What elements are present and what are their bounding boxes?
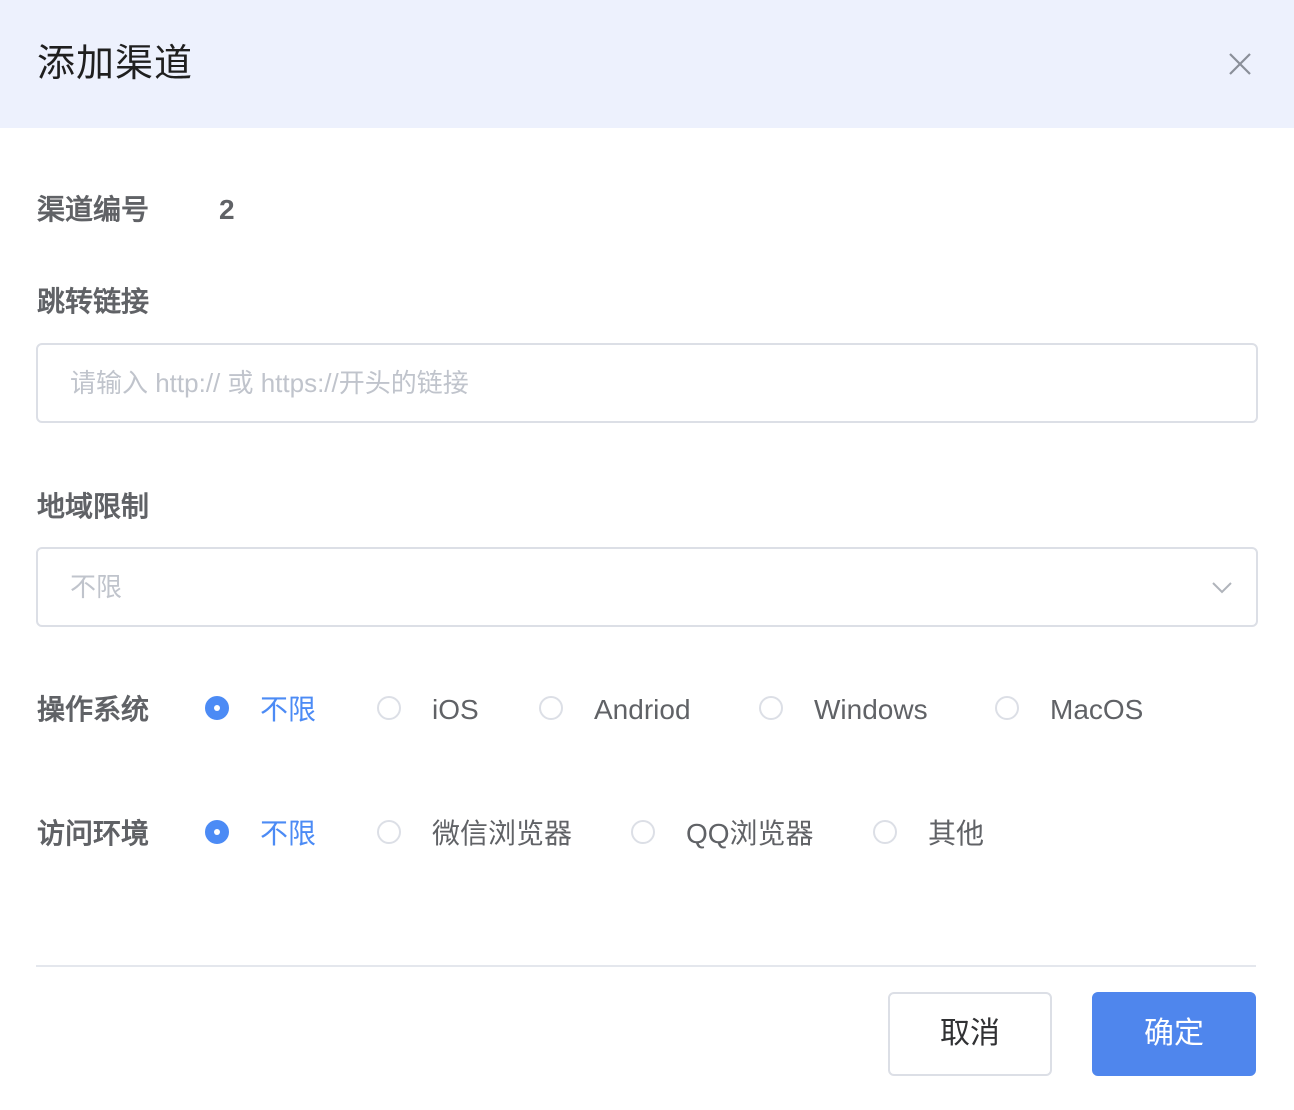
radio-unchecked-icon — [377, 696, 401, 720]
channel-no-label: 渠道编号 — [37, 194, 150, 225]
os-option-label: iOS — [432, 694, 479, 725]
dialog-header: 添加渠道 — [0, 0, 1294, 128]
redirect-link-placeholder: 请输入 http:// 或 https://开头的链接 — [70, 368, 469, 398]
channel-no-value: 2 — [219, 194, 235, 225]
env-option-label: 其他 — [928, 818, 985, 849]
env-option-label: 不限 — [260, 818, 317, 849]
region-select[interactable]: 不限 — [36, 547, 1258, 627]
cancel-button[interactable]: 取消 — [888, 992, 1052, 1076]
os-label: 操作系统 — [37, 694, 150, 725]
redirect-link-input[interactable]: 请输入 http:// 或 https://开头的链接 — [36, 343, 1258, 423]
add-channel-dialog: 添加渠道 渠道编号 2 跳转链接 请输入 http:// 或 https://开… — [0, 0, 1294, 1110]
region-label: 地域限制 — [37, 491, 150, 522]
radio-unchecked-icon — [539, 696, 563, 720]
radio-unchecked-icon — [759, 696, 783, 720]
radio-checked-icon — [205, 696, 229, 720]
redirect-link-label: 跳转链接 — [37, 286, 150, 317]
close-icon[interactable] — [1220, 44, 1260, 84]
env-option-label: 微信浏览器 — [432, 818, 573, 849]
radio-unchecked-icon — [873, 820, 897, 844]
os-option-label: Windows — [814, 694, 928, 725]
dialog-title: 添加渠道 — [37, 43, 194, 85]
env-label: 访问环境 — [37, 818, 150, 849]
radio-unchecked-icon — [377, 820, 401, 844]
confirm-button[interactable]: 确定 — [1092, 992, 1256, 1076]
radio-checked-icon — [205, 820, 229, 844]
os-option-label: Andriod — [594, 694, 691, 725]
radio-unchecked-icon — [631, 820, 655, 844]
chevron-down-icon — [1212, 582, 1232, 594]
os-option-label: 不限 — [260, 694, 317, 725]
radio-unchecked-icon — [995, 696, 1019, 720]
env-option-label: QQ浏览器 — [686, 818, 814, 849]
region-selected-value: 不限 — [70, 572, 123, 602]
os-option-label: MacOS — [1050, 694, 1144, 725]
footer-divider — [36, 965, 1256, 967]
